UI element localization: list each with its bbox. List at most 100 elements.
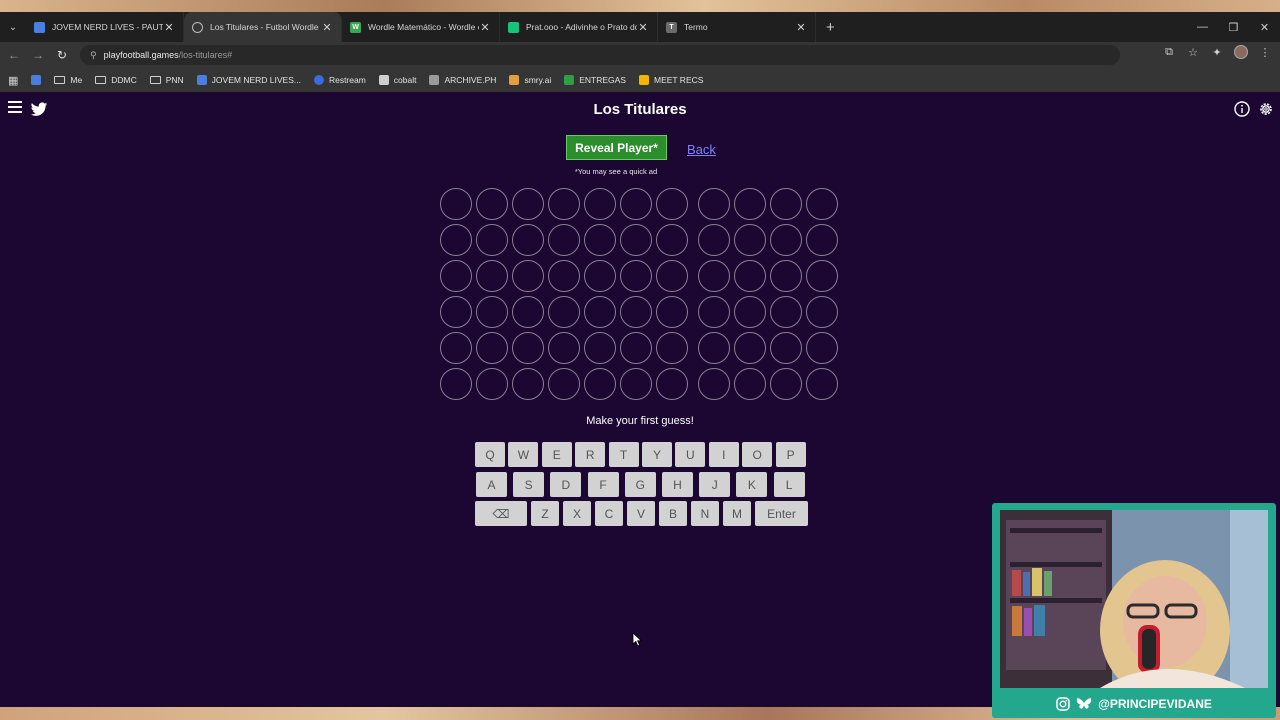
- key-a[interactable]: A: [476, 472, 507, 497]
- bookmark-star-icon[interactable]: ☆: [1186, 46, 1200, 59]
- key-q[interactable]: Q: [475, 442, 505, 467]
- close-tab-icon[interactable]: ✕: [321, 21, 333, 34]
- key-r[interactable]: R: [575, 442, 606, 467]
- bookmark-label: Me: [70, 75, 83, 85]
- back-arrow-icon[interactable]: ←: [2, 48, 26, 62]
- guess-slot: [698, 224, 730, 256]
- docs-icon: [34, 21, 45, 33]
- tab-title: Termo: [684, 22, 708, 32]
- gear-icon[interactable]: [1258, 101, 1274, 117]
- browser-tab[interactable]: W Wordle Matemático - Wordle c ✕: [342, 12, 500, 42]
- cobalt-icon: [378, 75, 389, 85]
- enter-key[interactable]: Enter: [755, 501, 808, 526]
- guess-slot: [806, 260, 838, 292]
- close-tab-icon[interactable]: ✕: [637, 21, 649, 34]
- bookmark-item[interactable]: PNN: [149, 75, 184, 85]
- bookmark-label: ENTREGAS: [579, 75, 626, 85]
- new-tab-button[interactable]: +: [826, 19, 835, 36]
- key-o[interactable]: O: [742, 442, 773, 467]
- key-n[interactable]: N: [691, 501, 719, 526]
- back-link[interactable]: Back: [687, 142, 716, 157]
- key-v[interactable]: V: [627, 501, 655, 526]
- install-app-icon[interactable]: ⧉: [1162, 46, 1176, 59]
- key-y[interactable]: Y: [642, 442, 672, 467]
- guess-slot: [806, 368, 838, 400]
- key-m[interactable]: M: [723, 501, 751, 526]
- bookmark-label: DDMC: [111, 75, 137, 85]
- guess-slot: [806, 332, 838, 364]
- reveal-player-button[interactable]: Reveal Player*: [566, 135, 667, 160]
- tab-search-icon[interactable]: ⌄: [0, 12, 26, 42]
- bookmark-item[interactable]: smry.ai: [509, 75, 551, 85]
- minimize-icon[interactable]: —: [1187, 12, 1218, 42]
- tab-title: Wordle Matemático - Wordle c: [368, 22, 479, 32]
- guess-slot: [620, 188, 652, 220]
- browser-tab[interactable]: Los Titulares - Futbol Wordle G ✕: [184, 12, 342, 42]
- bookmark-label: Restream: [328, 75, 366, 85]
- bookmark-item[interactable]: Me: [54, 75, 82, 85]
- address-bar[interactable]: ⚲ playfootball.games/los-titulares#: [80, 45, 1120, 65]
- guess-slot: [476, 260, 508, 292]
- bookmark-item[interactable]: DDMC: [95, 75, 137, 85]
- key-w[interactable]: W: [508, 442, 539, 467]
- bookmark-item[interactable]: MEET RECS: [638, 75, 703, 85]
- guess-slot: [698, 260, 730, 292]
- close-tab-icon[interactable]: ✕: [795, 21, 807, 34]
- guess-slot: [770, 296, 802, 328]
- browser-tab-bar: ⌄ JOVEM NERD LIVES - PAUTA - [✕Los Titul…: [0, 12, 1280, 42]
- key-u[interactable]: U: [675, 442, 706, 467]
- site-settings-icon[interactable]: ⚲: [90, 50, 97, 61]
- backspace-key[interactable]: ⌫: [475, 501, 527, 526]
- bookmark-item[interactable]: Restream: [313, 75, 366, 85]
- key-z[interactable]: Z: [531, 501, 559, 526]
- browser-menu-icon[interactable]: ⋮: [1258, 46, 1272, 59]
- key-c[interactable]: C: [595, 501, 623, 526]
- guess-slot: [584, 332, 616, 364]
- guess-slot: [548, 260, 580, 292]
- bookmark-item[interactable]: [31, 75, 42, 85]
- bookmark-item[interactable]: ENTREGAS: [564, 75, 626, 85]
- guess-slot: [734, 260, 766, 292]
- guess-slot: [584, 224, 616, 256]
- close-tab-icon[interactable]: ✕: [479, 21, 491, 34]
- close-tab-icon[interactable]: ✕: [163, 21, 175, 34]
- apps-grid-icon[interactable]: ▦: [8, 74, 18, 87]
- reload-icon[interactable]: ↻: [50, 48, 74, 62]
- key-b[interactable]: B: [659, 501, 687, 526]
- restore-icon[interactable]: ❐: [1218, 12, 1249, 42]
- drive-icon: [638, 75, 649, 85]
- key-d[interactable]: D: [550, 472, 582, 497]
- key-j[interactable]: J: [699, 472, 731, 497]
- browser-tab[interactable]: Prat.ooo - Adivinhe o Prato do ✕: [500, 12, 658, 42]
- mouse-cursor-icon: [632, 632, 643, 647]
- key-p[interactable]: P: [775, 442, 806, 467]
- info-icon[interactable]: [1234, 101, 1250, 117]
- key-e[interactable]: E: [541, 442, 572, 467]
- key-g[interactable]: G: [624, 472, 656, 497]
- guess-slot: [476, 368, 508, 400]
- key-h[interactable]: H: [662, 472, 693, 497]
- key-t[interactable]: T: [608, 442, 639, 467]
- wordle-icon: W: [350, 21, 361, 33]
- guess-slot: [440, 224, 472, 256]
- close-window-icon[interactable]: ✕: [1249, 12, 1280, 42]
- guess-slot: [512, 260, 544, 292]
- key-s[interactable]: S: [513, 472, 545, 497]
- extensions-icon[interactable]: ✦: [1210, 46, 1224, 59]
- bookmark-label: smry.ai: [524, 75, 552, 85]
- key-x[interactable]: X: [563, 501, 591, 526]
- bookmark-label: PNN: [165, 75, 184, 85]
- profile-avatar[interactable]: [1234, 45, 1248, 59]
- bookmark-item[interactable]: JOVEM NERD LIVES...: [196, 75, 301, 85]
- key-l[interactable]: L: [773, 472, 805, 497]
- key-i[interactable]: I: [708, 442, 739, 467]
- forward-arrow-icon[interactable]: →: [26, 48, 50, 62]
- bookmark-item[interactable]: ARCHIVE.PH: [429, 75, 496, 85]
- folder-icon: [54, 76, 66, 84]
- key-f[interactable]: F: [587, 472, 619, 497]
- key-k[interactable]: K: [736, 472, 768, 497]
- browser-tab[interactable]: JOVEM NERD LIVES - PAUTA - [✕: [26, 12, 184, 42]
- guess-slot: [656, 332, 688, 364]
- bookmark-item[interactable]: cobalt: [378, 75, 416, 85]
- browser-tab[interactable]: T Termo ✕: [658, 12, 816, 42]
